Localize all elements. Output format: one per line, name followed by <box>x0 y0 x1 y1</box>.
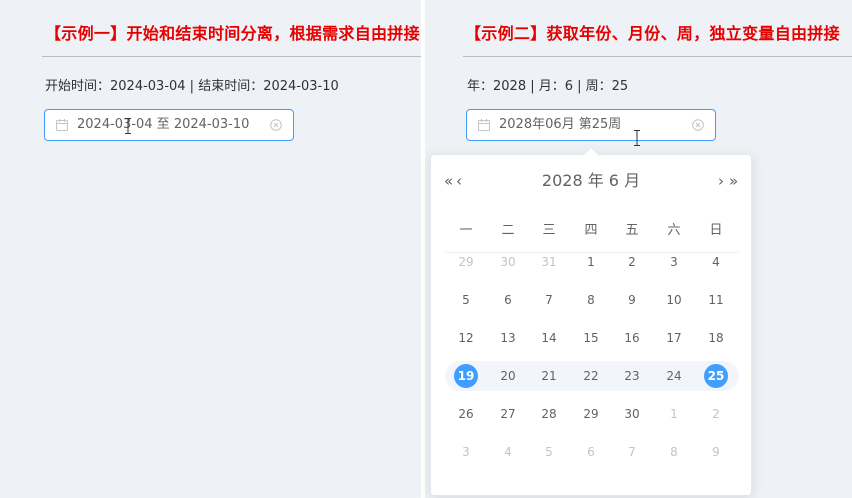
day-cell[interactable]: 12 <box>454 326 478 350</box>
day-cell[interactable]: 16 <box>620 326 644 350</box>
weekday-label: 二 <box>501 223 515 238</box>
weekday-label: 四 <box>584 223 598 238</box>
day-cell[interactable]: 27 <box>496 402 520 426</box>
day-cell[interactable]: 26 <box>454 402 478 426</box>
day-cell[interactable]: 7 <box>537 288 561 312</box>
weekday-label: 一 <box>459 223 473 238</box>
day-cell[interactable]: 20 <box>496 364 520 388</box>
example-two-result: 年：2028 | 月：6 | 周：25 <box>467 79 629 94</box>
day-cell[interactable]: 7 <box>620 440 644 464</box>
circle-close-icon[interactable] <box>692 119 704 131</box>
date-range-picker[interactable]: 2024-03-04 至 2024-03-10 <box>44 109 294 141</box>
day-cell[interactable]: 31 <box>537 250 561 274</box>
day-cell[interactable]: 6 <box>579 440 603 464</box>
day-cell[interactable]: 3 <box>454 440 478 464</box>
week-value: 2028年06月 第25周 <box>499 117 622 132</box>
text-cursor-icon <box>634 130 640 146</box>
calendar-icon <box>56 119 68 131</box>
day-cell[interactable]: 9 <box>704 440 728 464</box>
week-picker-popup: « ‹ 2028 年 6 月 › » 一二三四五六日 29 30 31 1 2 3 4 5 6 7… <box>430 146 752 496</box>
weekday-label: 三 <box>542 223 556 238</box>
week-picker[interactable]: 2028年06月 第25周 <box>466 109 716 146</box>
circle-close-icon[interactable] <box>270 119 282 131</box>
day-cell[interactable]: 1 <box>662 402 686 426</box>
day-cell[interactable]: 22 <box>579 364 603 388</box>
day-cell[interactable]: 8 <box>579 288 603 312</box>
day-cell[interactable]: 21 <box>537 364 561 388</box>
day-cell[interactable]: 17 <box>662 326 686 350</box>
day-cell[interactable]: 30 <box>620 402 644 426</box>
week-row[interactable]: 12 13 14 15 16 17 18 <box>445 323 739 353</box>
weekday-label: 六 <box>667 223 681 238</box>
example-one-result: 开始时间：2024-03-04 | 结束时间：2024-03-10 <box>45 79 339 94</box>
example-one-title: 【示例一】开始和结束时间分离，根据需求自由拼接 <box>45 24 420 43</box>
day-cell[interactable]: 29 <box>579 402 603 426</box>
day-cell[interactable]: 3 <box>662 250 686 274</box>
day-cell[interactable]: 23 <box>620 364 644 388</box>
calendar-header[interactable]: 2028 年 6 月 <box>431 171 751 191</box>
day-cell[interactable]: 14 <box>537 326 561 350</box>
weekday-label: 五 <box>625 223 639 238</box>
next-month-button[interactable]: › <box>718 171 724 191</box>
divider <box>463 56 852 57</box>
day-cell[interactable]: 4 <box>496 440 520 464</box>
week-row[interactable]: 5 6 7 8 9 10 11 <box>445 285 739 315</box>
week-row[interactable]: 26 27 28 29 30 1 2 <box>445 399 739 429</box>
example-one-panel: 【示例一】开始和结束时间分离，根据需求自由拼接 开始时间：2024-03-04 … <box>0 0 421 498</box>
day-cell[interactable]: 5 <box>454 288 478 312</box>
day-cell[interactable]: 1 <box>579 250 603 274</box>
day-cell[interactable]: 5 <box>537 440 561 464</box>
day-cell[interactable]: 9 <box>620 288 644 312</box>
day-cell[interactable]: 25 <box>704 364 728 388</box>
day-cell[interactable]: 29 <box>454 250 478 274</box>
day-cell[interactable]: 4 <box>704 250 728 274</box>
day-cell[interactable]: 30 <box>496 250 520 274</box>
date-range-value: 2024-03-04 至 2024-03-10 <box>77 117 250 132</box>
day-cell[interactable]: 18 <box>704 326 728 350</box>
day-cell[interactable]: 2 <box>620 250 644 274</box>
week-row[interactable]: 3456789 <box>445 437 739 467</box>
divider <box>42 56 421 57</box>
weekday-label: 日 <box>709 223 723 238</box>
day-cell[interactable]: 10 <box>662 288 686 312</box>
example-two-title: 【示例二】获取年份、月份、周，独立变量自由拼接 <box>465 24 840 43</box>
day-cell[interactable]: 6 <box>496 288 520 312</box>
day-cell[interactable]: 13 <box>496 326 520 350</box>
next-year-button[interactable]: » <box>729 171 738 191</box>
day-cell[interactable]: 15 <box>579 326 603 350</box>
day-cell[interactable]: 11 <box>704 288 728 312</box>
text-cursor-icon <box>125 118 131 134</box>
day-cell[interactable]: 19 <box>454 364 478 388</box>
day-cell[interactable]: 24 <box>662 364 686 388</box>
selected-week-row[interactable]: 19 20 21 22 23 24 25 <box>445 361 739 391</box>
day-cell[interactable]: 8 <box>662 440 686 464</box>
day-cell[interactable]: 28 <box>537 402 561 426</box>
day-cell[interactable]: 2 <box>704 402 728 426</box>
calendar-icon <box>478 119 490 131</box>
week-row[interactable]: 29 30 31 1 2 3 4 <box>445 247 739 277</box>
